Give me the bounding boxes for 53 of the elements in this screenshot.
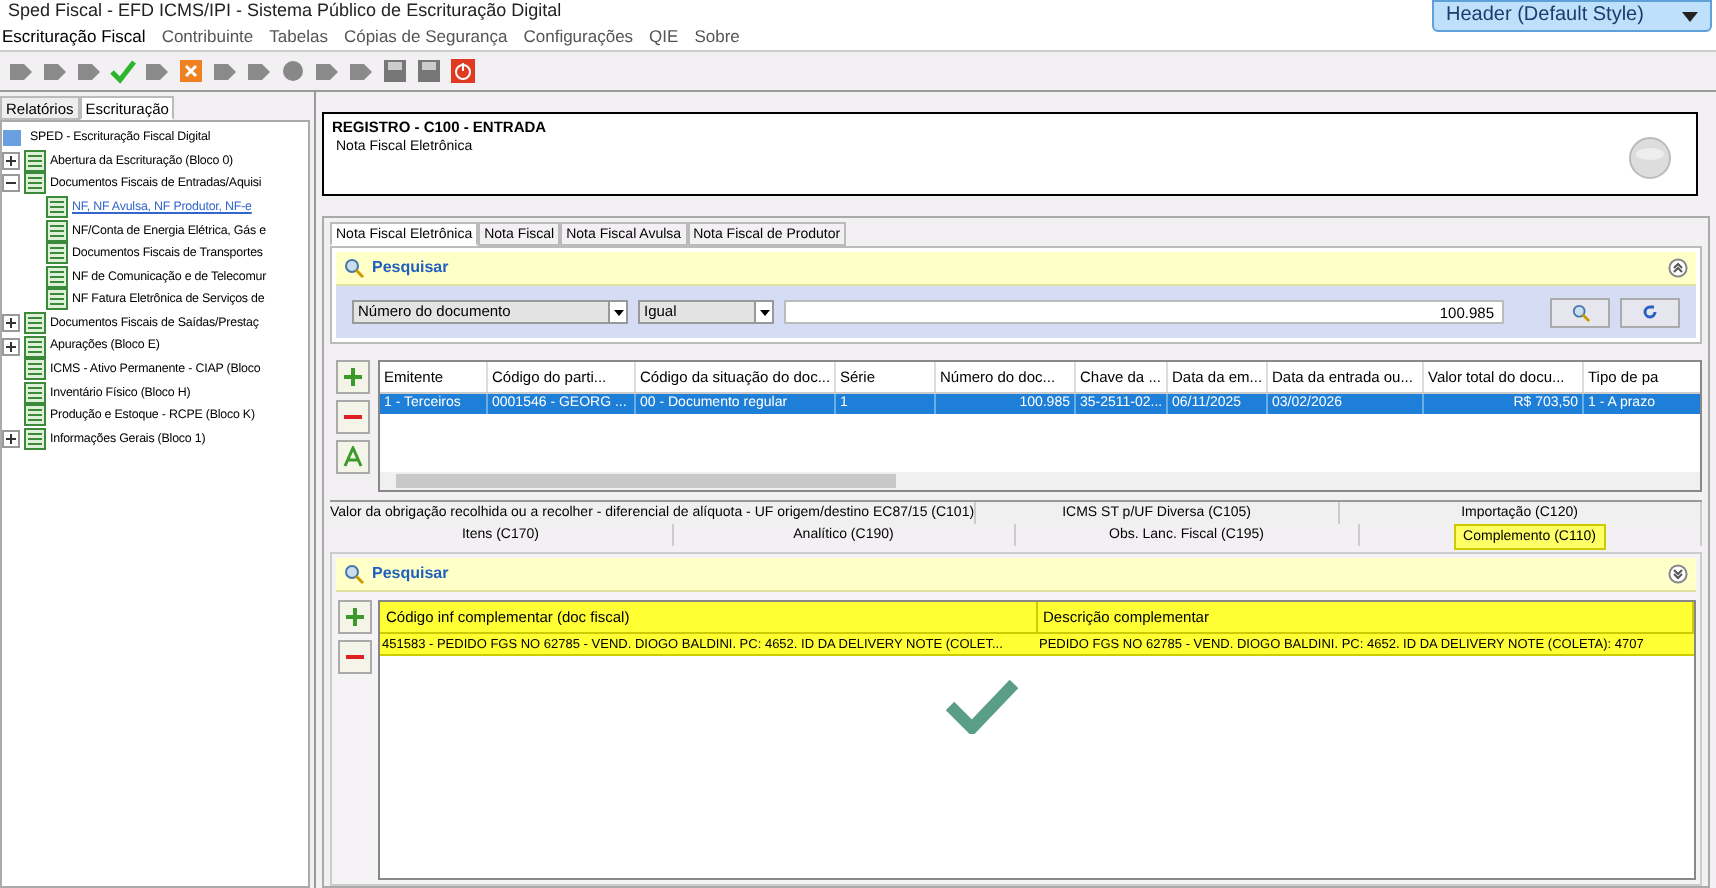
menu-item[interactable]: Tabelas [269,24,328,50]
expand-icon[interactable] [2,151,20,170]
cancel-icon[interactable] [178,58,204,84]
plus-icon [344,606,366,628]
style-dropdown[interactable]: Header (Default Style) [1432,0,1712,32]
expand-icon[interactable] [2,337,20,356]
search-title: Pesquisar [372,256,449,280]
document-icon [24,172,46,195]
menu-item[interactable]: Escrituração Fiscal [2,24,146,50]
plus-icon [342,366,364,388]
document-icon [24,381,46,404]
search-title: Pesquisar [372,562,449,586]
document-icon [24,404,46,427]
menu-item[interactable]: Configurações [523,24,634,50]
search-icon [1571,303,1589,321]
minus-icon [342,414,364,420]
document-icon [46,196,68,219]
document-icon [24,335,46,358]
letter-a-icon [342,446,364,468]
expand-icon[interactable] [1668,564,1688,584]
menu-item[interactable]: Contribuinte [161,24,254,50]
refresh-button[interactable] [1620,297,1680,327]
document-icon [24,428,46,451]
document-icon [46,242,68,265]
globe-logo-icon [1628,136,1672,180]
refresh-icon [1642,304,1658,320]
check-icon[interactable] [110,58,136,84]
save-icon[interactable] [382,58,408,84]
search-icon [344,564,364,584]
collapse-icon[interactable] [1668,258,1688,278]
document-icon [24,312,46,335]
menu-item[interactable]: QIE [649,24,679,50]
search-icon [344,258,364,278]
power-icon[interactable] [450,58,476,84]
document-icon [46,219,68,242]
remove-button[interactable] [336,400,370,434]
remove-button[interactable] [338,640,372,674]
expand-icon[interactable] [2,314,20,333]
checkmark-icon [944,678,1020,734]
search-button[interactable] [1550,297,1610,327]
edit-button[interactable] [336,440,370,474]
document-icon [24,149,46,172]
menu-item[interactable]: Sobre [694,24,740,50]
expand-icon[interactable] [2,430,20,449]
document-icon [46,265,68,288]
document-icon [46,288,68,311]
save-icon[interactable] [416,58,442,84]
add-button[interactable] [338,600,372,634]
menu-item[interactable]: Cópias de Segurança [343,24,508,50]
document-icon [24,358,46,381]
collapse-icon[interactable] [2,174,20,193]
minus-icon [344,654,366,660]
add-button[interactable] [336,360,370,394]
